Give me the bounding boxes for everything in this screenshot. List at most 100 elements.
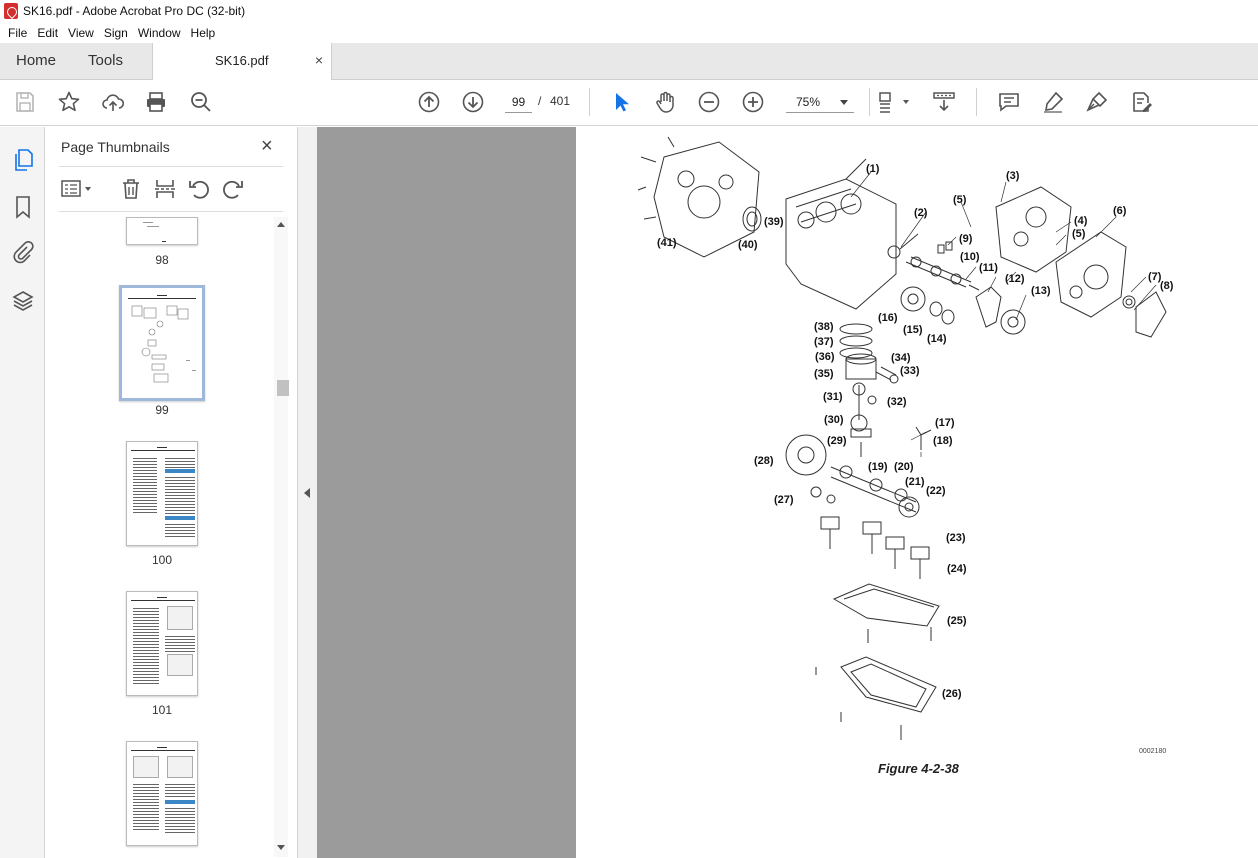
- callout-label: (33): [900, 365, 920, 377]
- callout-label: (5): [953, 194, 967, 206]
- page-separator: /: [538, 94, 542, 108]
- callout-label: (6): [1113, 205, 1127, 217]
- callout-label: (4): [1074, 215, 1088, 227]
- tab-document[interactable]: SK16.pdf ×: [152, 43, 332, 80]
- menu-view[interactable]: View: [63, 26, 99, 40]
- scrollbar-thumb[interactable]: [277, 380, 289, 396]
- callout-label: (18): [933, 435, 953, 447]
- panel-divider: [59, 211, 283, 212]
- save-icon[interactable]: [13, 90, 37, 114]
- menu-help[interactable]: Help: [186, 26, 221, 40]
- left-nav-rail: [0, 127, 45, 858]
- toolbar-divider: [869, 88, 870, 116]
- callout-label: (27): [774, 494, 794, 506]
- callout-label: (11): [979, 262, 998, 274]
- hand-tool-icon[interactable]: [653, 90, 677, 114]
- callout-label: (8): [1160, 280, 1174, 292]
- page-thumbnail[interactable]: [126, 591, 198, 696]
- figure-code: 0002180: [1139, 748, 1167, 755]
- bookmark-star-icon[interactable]: [57, 90, 81, 114]
- callout-label: (23): [946, 532, 966, 544]
- callout-label: (16): [878, 312, 898, 324]
- previous-page-icon[interactable]: [417, 90, 441, 114]
- toolbar: 99 / 401 75%: [0, 80, 1258, 126]
- sign-pen-icon[interactable]: [1085, 90, 1109, 114]
- scroll-mode-icon[interactable]: [932, 90, 956, 114]
- next-page-icon[interactable]: [461, 90, 485, 114]
- menu-file[interactable]: File: [3, 26, 32, 40]
- tab-home[interactable]: Home: [16, 43, 56, 79]
- export-edit-icon[interactable]: [1129, 90, 1153, 114]
- menu-bar: File Edit View Sign Window Help: [0, 22, 1258, 43]
- panel-collapse-handle[interactable]: [297, 127, 317, 858]
- page-thumbnail[interactable]: [126, 441, 198, 546]
- callout-label: (38): [814, 321, 834, 333]
- callout-label: (3): [1006, 170, 1020, 182]
- window-title: SK16.pdf - Adobe Acrobat Pro DC (32-bit): [23, 4, 246, 18]
- tab-document-label: SK16.pdf: [215, 53, 269, 68]
- tab-tools[interactable]: Tools: [88, 43, 123, 79]
- bookmarks-icon[interactable]: [11, 195, 35, 219]
- panel-title: Page Thumbnails: [61, 139, 170, 155]
- callout-label: (1): [866, 163, 880, 175]
- scroll-up-icon[interactable]: [277, 222, 285, 227]
- callout-label: (14): [927, 333, 947, 345]
- page-thumbnails-panel: Page Thumbnails × 98 99 100 101: [45, 127, 297, 858]
- menu-window[interactable]: Window: [133, 26, 186, 40]
- tab-close-icon[interactable]: ×: [315, 52, 323, 68]
- delete-page-icon[interactable]: [119, 177, 143, 201]
- page-thumbnail[interactable]: [126, 217, 198, 245]
- callout-label: (13): [1031, 285, 1051, 297]
- page-total: 401: [550, 94, 571, 108]
- pdf-page: (1) (2) (3) (4) (5) (5) (6) (7) (8) (9) …: [576, 127, 1258, 858]
- thumbnail-page-label: 101: [151, 703, 173, 717]
- upload-cloud-icon[interactable]: [101, 90, 125, 114]
- print-icon[interactable]: [144, 90, 168, 114]
- tab-bar: Home Tools SK16.pdf ×: [0, 43, 1258, 80]
- page-number-input[interactable]: 99: [505, 91, 532, 113]
- thumbnail-options-icon[interactable]: [60, 177, 94, 201]
- title-bar: SK16.pdf - Adobe Acrobat Pro DC (32-bit): [0, 0, 1258, 22]
- zoom-value: 75%: [796, 95, 821, 109]
- attachments-icon[interactable]: [11, 240, 35, 265]
- page-thumbnail[interactable]: [126, 741, 198, 846]
- page-thumbnail-selected[interactable]: [119, 285, 205, 401]
- callout-label: (2): [914, 207, 928, 219]
- zoom-select[interactable]: 75%: [786, 91, 854, 113]
- callout-label: (28): [754, 455, 774, 467]
- rotate-left-icon[interactable]: [187, 177, 211, 201]
- extract-page-icon[interactable]: [153, 177, 177, 201]
- layers-icon[interactable]: [11, 289, 35, 313]
- callout-label: (37): [814, 336, 834, 348]
- callout-label: (26): [942, 688, 962, 700]
- zoom-out-icon[interactable]: [697, 90, 721, 114]
- callout-label: (15): [903, 324, 923, 336]
- comment-icon[interactable]: [997, 90, 1021, 114]
- thumbnails-scrollbar[interactable]: [274, 217, 288, 857]
- zoom-in-icon[interactable]: [741, 90, 765, 114]
- highlight-pen-icon[interactable]: [1041, 90, 1065, 114]
- callout-label: (29): [827, 435, 847, 447]
- collapse-arrow-icon: [304, 488, 310, 498]
- callout-label: (22): [926, 485, 946, 497]
- thumbnail-page-label: 98: [155, 253, 169, 267]
- callout-label: (32): [887, 396, 907, 408]
- page-fit-icon[interactable]: [877, 90, 911, 114]
- pdf-app-icon: [4, 3, 18, 19]
- menu-edit[interactable]: Edit: [32, 26, 63, 40]
- zoom-search-icon[interactable]: [189, 90, 213, 114]
- chevron-down-icon: [840, 100, 848, 105]
- callout-label: (25): [947, 615, 967, 627]
- page-thumbnails-icon[interactable]: [11, 148, 35, 172]
- menu-sign[interactable]: Sign: [99, 26, 133, 40]
- rotate-right-icon[interactable]: [221, 177, 245, 201]
- select-cursor-icon[interactable]: [609, 90, 633, 114]
- callout-label: (24): [947, 563, 967, 575]
- panel-close-icon[interactable]: ×: [261, 135, 273, 158]
- callout-label: (20): [894, 461, 914, 473]
- panel-divider: [59, 166, 283, 167]
- callout-label: (21): [905, 476, 925, 488]
- thumbnail-diagram-preview: [131, 305, 196, 383]
- scroll-down-icon[interactable]: [277, 845, 285, 850]
- callout-label: (39): [764, 216, 784, 228]
